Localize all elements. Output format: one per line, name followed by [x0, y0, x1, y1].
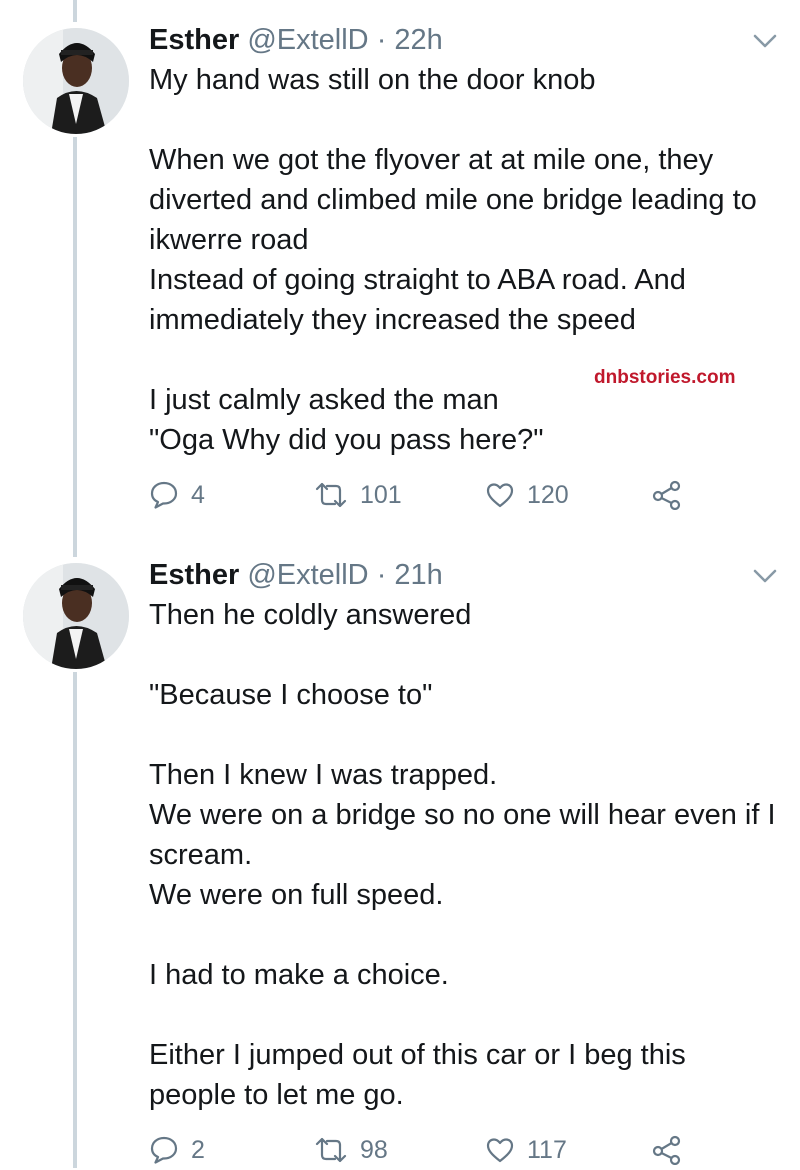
reply-button[interactable]: 4 — [149, 475, 205, 515]
share-button[interactable] — [651, 475, 683, 515]
like-count: 117 — [527, 1135, 567, 1164]
avatar[interactable] — [23, 28, 129, 134]
retweet-icon — [315, 482, 347, 508]
like-button[interactable]: 117 — [485, 1130, 567, 1170]
retweet-icon — [315, 1137, 347, 1163]
watermark: dnbstories.com — [594, 367, 736, 388]
tweet[interactable]: Esther @ExtellD · 21h Then he coldly ans… — [0, 555, 800, 1168]
tweet-actions: 2 98 117 — [149, 1130, 709, 1170]
separator: · — [376, 559, 387, 591]
reply-icon — [150, 1136, 178, 1164]
tweet-header: Esther @ExtellD · 21h — [149, 555, 443, 595]
display-name[interactable]: Esther — [149, 559, 239, 591]
tweet-actions: 4 101 120 — [149, 475, 709, 515]
like-count: 120 — [527, 480, 569, 509]
retweet-button[interactable]: 101 — [314, 475, 402, 515]
reply-count: 4 — [191, 480, 205, 509]
tweet-header: Esther @ExtellD · 22h — [149, 20, 443, 60]
tweet-text: My hand was still on the door knob When … — [149, 64, 757, 456]
share-button[interactable] — [651, 1130, 683, 1170]
tweet[interactable]: Esther @ExtellD · 22h My hand was still … — [0, 20, 800, 520]
separator: · — [376, 24, 387, 56]
tweet-text: Then he coldly answered "Because I choos… — [149, 599, 776, 1111]
user-handle[interactable]: @ExtellD — [247, 559, 368, 591]
retweet-count: 101 — [360, 480, 402, 509]
like-button[interactable]: 120 — [485, 475, 569, 515]
retweet-button[interactable]: 98 — [314, 1130, 388, 1170]
retweet-count: 98 — [360, 1135, 388, 1164]
avatar[interactable] — [23, 563, 129, 669]
chevron-down-icon[interactable] — [752, 32, 778, 50]
timestamp[interactable]: 21h — [394, 559, 442, 591]
share-icon — [652, 480, 681, 510]
reply-icon — [150, 481, 178, 509]
thread-line-top — [73, 0, 77, 22]
user-handle[interactable]: @ExtellD — [247, 24, 368, 56]
reply-count: 2 — [191, 1135, 205, 1164]
share-icon — [652, 1135, 681, 1165]
reply-button[interactable]: 2 — [149, 1130, 205, 1170]
timestamp[interactable]: 22h — [394, 24, 442, 56]
heart-icon — [486, 1138, 514, 1163]
heart-icon — [486, 483, 514, 508]
chevron-down-icon[interactable] — [752, 567, 778, 585]
display-name[interactable]: Esther — [149, 24, 239, 56]
